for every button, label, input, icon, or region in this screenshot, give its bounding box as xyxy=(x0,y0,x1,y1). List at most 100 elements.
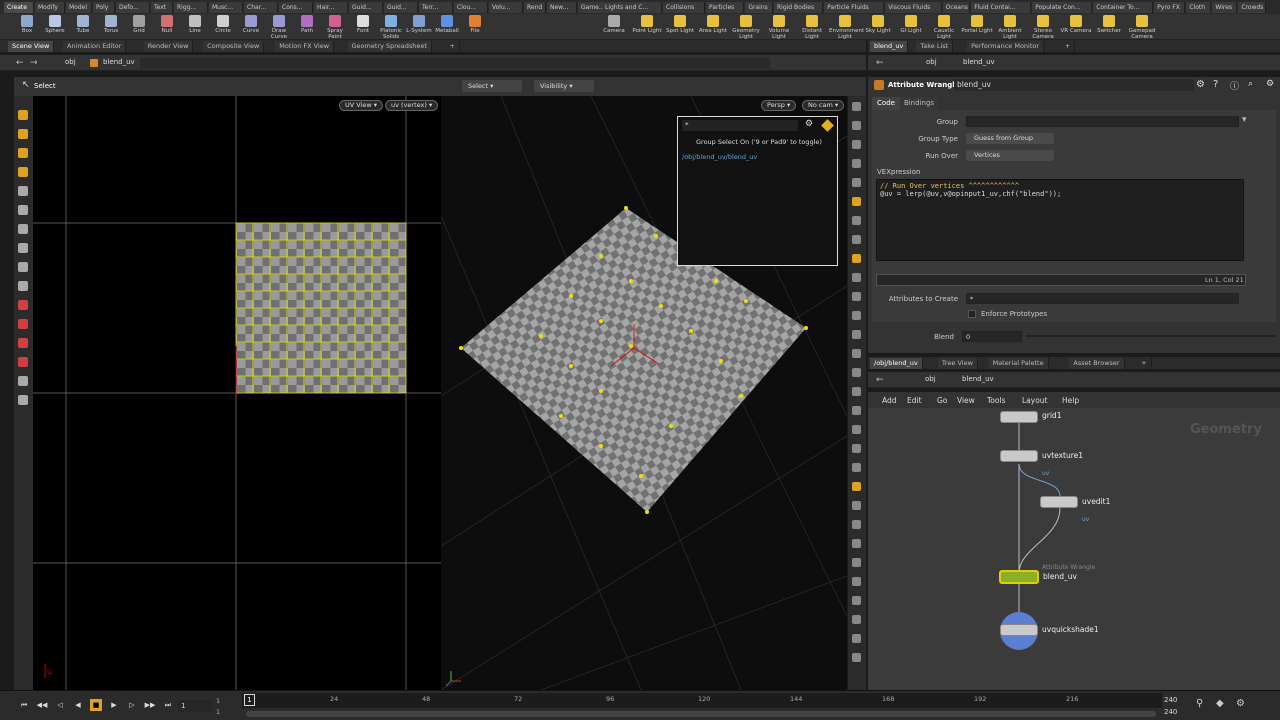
group-field[interactable] xyxy=(966,116,1239,127)
shelf-tab[interactable]: Modify xyxy=(35,2,65,13)
shelf-tab[interactable]: Fluid Contai... xyxy=(971,2,1032,13)
shelf-tab[interactable]: Terr... xyxy=(419,2,453,13)
forward-arrow-icon[interactable]: → xyxy=(30,58,38,68)
tool-sphere[interactable]: Sphere xyxy=(40,15,70,39)
pane-tab[interactable]: Scene View xyxy=(8,41,55,52)
right-tool-icon[interactable] xyxy=(852,539,861,548)
step-back-icon[interactable]: ◁ xyxy=(54,699,66,711)
tool-switcher[interactable]: Switcher xyxy=(1093,15,1125,39)
shelf-tab[interactable]: New... xyxy=(547,2,577,13)
tool-null[interactable]: Null xyxy=(152,15,182,39)
tab-code[interactable]: Code xyxy=(872,97,900,110)
tool-gamepad-camera[interactable]: Gamepad Camera xyxy=(1126,15,1158,40)
pane-tab[interactable]: blend_uv xyxy=(870,41,909,52)
shelf-tab[interactable]: Text xyxy=(151,2,173,13)
blend-field[interactable]: 0 xyxy=(962,331,1022,342)
select-dropdown[interactable]: Select ▾ xyxy=(462,80,522,92)
prev-key-icon[interactable]: ◀◀ xyxy=(36,699,48,711)
tool-torus[interactable]: Torus xyxy=(96,15,126,39)
shelf-tab[interactable]: Create xyxy=(4,2,34,13)
group-type-dropdown[interactable]: Guess from Group xyxy=(966,133,1054,144)
pane-tab[interactable]: Geometry Spreadsheet xyxy=(347,41,432,52)
left-tool-icon[interactable] xyxy=(18,148,28,158)
tool-gi-light[interactable]: GI Light xyxy=(895,15,927,39)
blend-slider[interactable] xyxy=(1026,335,1276,337)
path-root[interactable]: obj xyxy=(65,58,76,66)
uv-viewport[interactable]: u UV View ▾ uv (vertex) ▾ xyxy=(33,96,441,690)
right-tool-icon[interactable] xyxy=(852,387,861,396)
right-tool-icon[interactable] xyxy=(852,577,861,586)
camera-dropdown[interactable]: No cam ▾ xyxy=(802,100,845,111)
vex-code-editor[interactable]: // Run Over vertices ^^^^^^^^^^^^ @uv = … xyxy=(876,179,1244,261)
shelf-tab[interactable]: Container To... xyxy=(1093,2,1154,13)
shelf-tab[interactable]: Musc... xyxy=(209,2,243,13)
shelf-tab[interactable]: Rend xyxy=(524,2,546,13)
left-tool-icon[interactable] xyxy=(18,186,28,196)
left-tool-icon[interactable] xyxy=(18,205,28,215)
shelf-tab[interactable]: Grains xyxy=(745,2,773,13)
pane-tab[interactable]: Animation Editor xyxy=(63,41,127,52)
left-tool-icon[interactable] xyxy=(18,262,28,272)
pane-tab[interactable]: /obj/blend_uv xyxy=(870,358,923,369)
step-forward-icon[interactable]: ▷ xyxy=(126,699,138,711)
key-icon[interactable]: ⚲ xyxy=(1196,698,1203,709)
attributes-to-create-field[interactable]: * xyxy=(966,293,1239,304)
right-tool-icon[interactable] xyxy=(852,596,861,605)
path-node[interactable]: blend_uv xyxy=(103,58,135,66)
right-tool-icon[interactable] xyxy=(852,615,861,624)
shelf-tab[interactable]: Cons... xyxy=(279,2,313,13)
tool-path[interactable]: Path xyxy=(292,15,322,39)
right-tool-icon[interactable] xyxy=(852,482,861,491)
back-arrow-icon[interactable]: ← xyxy=(16,58,24,68)
right-tool-icon[interactable] xyxy=(852,558,861,567)
timeline-scrubber[interactable]: 1 24 48 72 96 120 144 168 192 216 xyxy=(242,693,1162,708)
tool-metaball[interactable]: Metaball xyxy=(432,15,462,39)
node-uvedit1[interactable] xyxy=(1040,496,1078,508)
left-tool-icon[interactable] xyxy=(18,376,28,386)
pane-tab[interactable]: Composite View xyxy=(203,41,265,52)
tool-sky-light[interactable]: Sky Light xyxy=(862,15,894,39)
tool-line[interactable]: Line xyxy=(180,15,210,39)
select-arrow-icon[interactable]: ↖ xyxy=(22,80,30,90)
shelf-tab[interactable]: Wires xyxy=(1212,2,1238,13)
perspective-viewport[interactable]: Persp ▾ No cam ▾ * ⚙ Group Select On ('9… xyxy=(441,96,847,690)
shelf-tab[interactable]: Clou... xyxy=(454,2,488,13)
shelf-tab[interactable]: Oceans xyxy=(942,2,971,13)
left-tool-icon[interactable] xyxy=(18,300,28,310)
network-path-node[interactable]: blend_uv xyxy=(962,375,994,383)
right-tool-icon[interactable] xyxy=(852,330,861,339)
right-tool-icon[interactable] xyxy=(852,102,861,111)
help-icon[interactable]: ? xyxy=(1213,79,1218,90)
network-menu-layout[interactable]: Layout xyxy=(1022,396,1048,405)
left-tool-icon[interactable] xyxy=(18,224,28,234)
left-tool-icon[interactable] xyxy=(18,319,28,329)
node-grid1[interactable] xyxy=(1000,411,1038,423)
tool-spot-light[interactable]: Spot Light xyxy=(664,15,696,39)
playhead[interactable]: 1 xyxy=(244,694,255,706)
shelf-tab[interactable]: Hair... xyxy=(314,2,348,13)
shelf-tab[interactable]: Particle Fluids xyxy=(824,2,885,13)
left-tool-icon[interactable] xyxy=(18,129,28,139)
network-editor[interactable]: Geometry grid1 uvtexture1 uv uvedit1 uv … xyxy=(868,408,1280,690)
tool-environment-light[interactable]: Environment Light xyxy=(829,15,864,40)
pane-tab[interactable]: Render View xyxy=(143,41,194,52)
right-tool-icon[interactable] xyxy=(852,197,861,206)
tool-file[interactable]: File xyxy=(460,15,490,39)
right-tool-icon[interactable] xyxy=(852,273,861,282)
network-menu-tools[interactable]: Tools xyxy=(987,396,1005,405)
group-select-input[interactable]: * xyxy=(682,120,798,131)
play-reverse-icon[interactable]: ◀ xyxy=(72,699,84,711)
right-tool-icon[interactable] xyxy=(852,520,861,529)
pane-tab[interactable]: Material Palette xyxy=(988,358,1049,369)
network-path-root[interactable]: obj xyxy=(925,375,936,383)
shelf-tab[interactable]: Model xyxy=(66,2,92,13)
pane-tab[interactable]: Tree View xyxy=(937,358,978,369)
tool-spray-paint[interactable]: Spray Paint xyxy=(320,15,350,40)
tool-ambient-light[interactable]: Ambient Light xyxy=(994,15,1026,40)
node-uvtexture1[interactable] xyxy=(1000,450,1038,462)
network-menu-help[interactable]: Help xyxy=(1062,396,1079,405)
shelf-tab[interactable]: Lights and C... xyxy=(602,2,662,13)
pane-tab[interactable]: Asset Browser xyxy=(1069,358,1125,369)
play-icon[interactable]: ▶ xyxy=(108,699,120,711)
right-tool-icon[interactable] xyxy=(852,292,861,301)
